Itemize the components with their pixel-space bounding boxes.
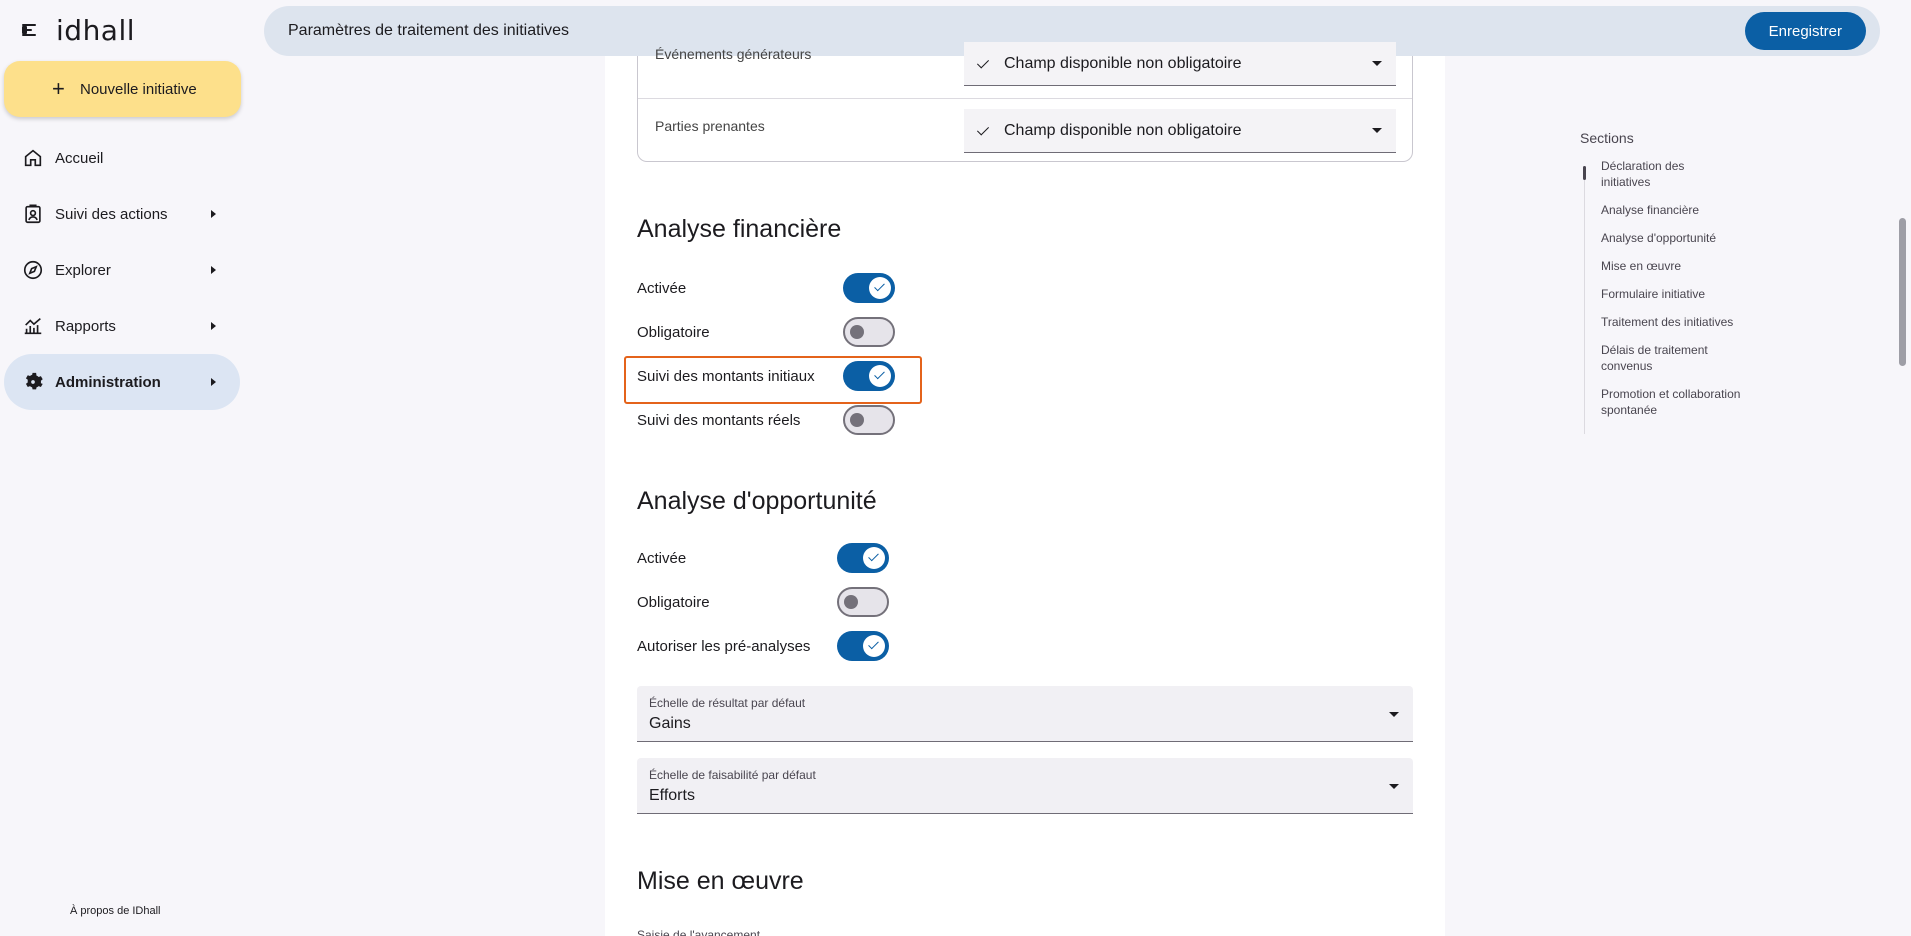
sidebar: idhall + Nouvelle initiative Accueil Sui… [0, 0, 250, 936]
select-value: Efforts [649, 787, 695, 804]
sidebar-item-label: Rapports [55, 317, 116, 335]
financial-enabled-switch[interactable] [843, 273, 895, 303]
expand-arrow-icon [211, 210, 216, 218]
expand-arrow-icon [211, 322, 216, 330]
clipboard-user-icon [25, 204, 41, 224]
select-value: Champ disponible non obligatoire [1004, 121, 1242, 139]
field-label: Parties prenantes [655, 118, 765, 134]
chart-line-icon [24, 318, 42, 335]
toc-item[interactable]: Traitement des initiatives [1601, 314, 1780, 330]
plus-icon: + [52, 76, 65, 101]
dropdown-arrow-icon [1372, 61, 1382, 66]
actual-amounts-switch[interactable] [843, 405, 895, 435]
pre-analysis-switch[interactable] [837, 631, 889, 661]
menu-collapse-icon[interactable] [22, 21, 42, 39]
toggle-row: Activée [637, 273, 895, 303]
financial-mandatory-switch[interactable] [843, 317, 895, 347]
toc-title: Sections [1580, 130, 1634, 146]
section-title-implementation: Mise en œuvre [637, 867, 804, 895]
sidebar-item-rapports[interactable]: Rapports [4, 298, 240, 354]
result-scale-select[interactable]: Échelle de résultat par défaut Gains [637, 686, 1413, 742]
field-availability-select[interactable]: Champ disponible non obligatoire [964, 109, 1396, 153]
expand-arrow-icon [211, 266, 216, 274]
toggle-label: Obligatoire [637, 323, 710, 341]
sidebar-item-label: Accueil [55, 149, 104, 167]
opportunity-mandatory-switch[interactable] [837, 587, 889, 617]
toggle-label: Suivi des montants initiaux [637, 367, 815, 385]
toc-item[interactable]: Formulaire initiative [1601, 286, 1780, 302]
gear-icon [25, 372, 43, 390]
sidebar-item-administration[interactable]: Administration [4, 354, 240, 410]
settings-card: Événements générateurs Champ disponible … [605, 42, 1445, 936]
sidebar-item-suivi-des-actions[interactable]: Suivi des actions [4, 186, 240, 242]
toggle-label: Activée [637, 279, 687, 297]
initial-amounts-switch[interactable] [843, 361, 895, 391]
expand-arrow-icon [211, 378, 216, 386]
select-label: Échelle de faisabilité par défaut [649, 768, 816, 782]
toggle-label: Autoriser les pré-analyses [637, 637, 811, 655]
toc-item[interactable]: Délais de traitement convenus [1601, 342, 1731, 374]
sidebar-item-explorer[interactable]: Explorer [4, 242, 240, 298]
about-link[interactable]: À propos de IDhall [70, 905, 161, 917]
progress-entry-label: Saisie de l'avancement [637, 928, 761, 936]
new-initiative-button[interactable]: + Nouvelle initiative [4, 61, 241, 117]
app-logo[interactable]: idhall [56, 14, 135, 47]
select-label: Échelle de résultat par défaut [649, 696, 806, 710]
sidebar-item-label: Suivi des actions [55, 205, 168, 223]
sidebar-item-label: Administration [55, 373, 161, 391]
field-availability-select[interactable]: Champ disponible non obligatoire [964, 42, 1396, 86]
toc-item[interactable]: Analyse d'opportunité [1601, 230, 1780, 246]
feasibility-scale-select[interactable]: Échelle de faisabilité par défaut Effort… [637, 758, 1413, 814]
new-initiative-label: Nouvelle initiative [80, 80, 197, 98]
sidebar-item-label: Explorer [55, 261, 111, 279]
toggle-label: Activée [637, 549, 687, 567]
page-scrollbar[interactable] [1895, 0, 1911, 936]
scrollbar-thumb[interactable] [1899, 218, 1906, 366]
toggle-label: Obligatoire [637, 593, 710, 611]
sidebar-nav: Accueil Suivi des actions Explorer Rappo… [4, 130, 240, 410]
dropdown-arrow-icon [1389, 784, 1399, 789]
opportunity-enabled-switch[interactable] [837, 543, 889, 573]
compass-icon [23, 260, 43, 280]
toc-item[interactable]: Promotion et collaboration spontanée [1601, 386, 1751, 418]
toggle-row: Obligatoire [637, 317, 895, 347]
page-title: Paramètres de traitement des initiatives [288, 22, 570, 39]
dropdown-arrow-icon [1372, 128, 1382, 133]
toggle-row: Activée [637, 543, 889, 573]
sidebar-item-accueil[interactable]: Accueil [4, 130, 240, 186]
field-label: Événements générateurs [655, 46, 812, 62]
toggle-row: Suivi des montants initiaux [637, 361, 895, 391]
toggle-row: Suivi des montants réels [637, 405, 895, 435]
save-button[interactable]: Enregistrer [1744, 12, 1866, 50]
toggle-row: Obligatoire [637, 587, 889, 617]
home-icon [24, 149, 42, 167]
fields-table: Événements générateurs Champ disponible … [637, 42, 1413, 162]
check-icon [978, 59, 992, 69]
select-value: Gains [649, 715, 691, 732]
toc-item[interactable]: Mise en œuvre [1601, 258, 1780, 274]
sections-toc: Sections Déclaration des initiatives Ana… [1580, 130, 1780, 434]
toggle-row: Autoriser les pré-analyses [637, 631, 889, 661]
check-icon [978, 126, 992, 136]
toc-rail [1584, 166, 1585, 434]
toc-item[interactable]: Déclaration des initiatives [1601, 158, 1711, 190]
brand: idhall [22, 14, 135, 47]
toggle-label: Suivi des montants réels [637, 411, 801, 429]
dropdown-arrow-icon [1389, 712, 1399, 717]
field-row: Parties prenantes Champ disponible non o… [638, 98, 1412, 162]
section-title-financial: Analyse financière [637, 215, 842, 243]
toc-rail-active [1583, 166, 1586, 180]
select-value: Champ disponible non obligatoire [1004, 54, 1242, 72]
toc-item[interactable]: Analyse financière [1601, 202, 1780, 218]
section-title-opportunity: Analyse d'opportunité [637, 487, 877, 515]
